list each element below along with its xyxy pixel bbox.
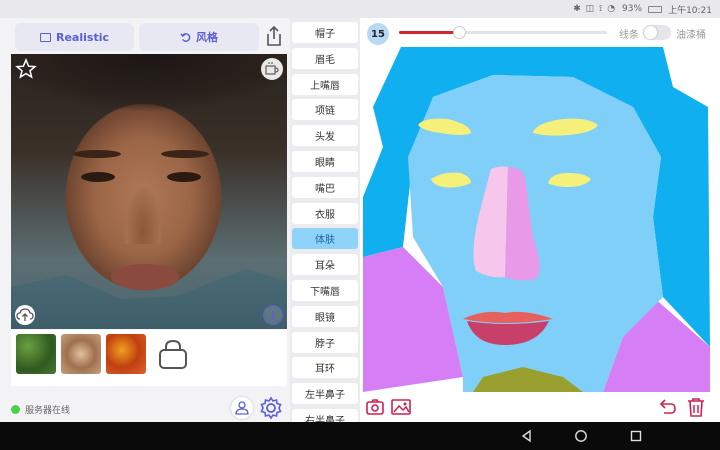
back-icon[interactable]	[520, 429, 534, 443]
undo-icon[interactable]	[656, 396, 678, 418]
category-item[interactable]: 眼睛	[292, 151, 358, 172]
texture-picker	[11, 330, 287, 386]
category-item[interactable]: 脖子	[292, 331, 358, 353]
texture-pattern[interactable]	[61, 334, 101, 374]
user-icon[interactable]	[231, 397, 253, 419]
star-icon[interactable]	[15, 58, 37, 80]
photo-nose	[123, 184, 163, 244]
category-item[interactable]: 体肤	[292, 228, 358, 250]
category-item[interactable]: 头发	[292, 125, 358, 147]
lines-mode-label: 线条	[619, 30, 639, 41]
cup-icon[interactable]	[261, 58, 283, 80]
image-icon	[40, 32, 51, 42]
brush-size-thumb[interactable]	[453, 26, 467, 39]
system-nav-bar	[0, 422, 720, 450]
bucket-mode-label: 油漆桶	[676, 30, 706, 41]
photo-left-brow	[73, 150, 121, 158]
category-item[interactable]: 衣服	[292, 202, 358, 224]
category-item[interactable]: 右半鼻子	[292, 409, 358, 422]
realistic-mode-label: Realistic	[56, 30, 109, 44]
server-status-label: 服务器在线	[25, 405, 71, 416]
style-mode-label: 风格	[196, 31, 218, 44]
battery-level: 93%	[622, 4, 643, 14]
realistic-mode-button[interactable]: Realistic	[15, 23, 134, 51]
undo-style-icon	[180, 32, 191, 42]
face-photo: i	[11, 54, 287, 329]
bucket-toggle-knob	[644, 26, 657, 39]
clock: 上午10:21	[668, 5, 712, 16]
info-icon[interactable]: i	[263, 305, 283, 325]
left-panel: Realistic 风格 i 服务器在线	[0, 18, 290, 422]
brush-size-fill	[399, 31, 460, 34]
category-item[interactable]: 左半鼻子	[292, 383, 358, 405]
share-icon[interactable]	[263, 25, 285, 47]
brush-size-slider[interactable]	[399, 26, 607, 39]
image-icon[interactable]	[390, 396, 412, 418]
photo-left-eye	[81, 172, 115, 182]
status-indicators: ✱ ◫ ⟟ ◔	[573, 4, 617, 14]
photo-right-eye	[167, 172, 201, 182]
online-dot	[11, 404, 20, 414]
category-item[interactable]: 嘴巴	[292, 176, 358, 198]
bucket-toggle[interactable]	[643, 25, 671, 40]
category-item[interactable]: 耳环	[292, 357, 358, 379]
category-item[interactable]: 耳朵	[292, 254, 358, 276]
segmentation-canvas[interactable]	[363, 47, 710, 392]
category-item[interactable]: 眼镜	[292, 305, 358, 327]
style-mode-button[interactable]: 风格	[139, 23, 259, 51]
segment-category-list: 帽子眉毛上嘴唇项链头发眼睛嘴巴衣服体肤耳朵下嘴唇眼镜脖子耳环左半鼻子右半鼻子	[290, 18, 360, 422]
photo-right-brow	[161, 150, 209, 158]
canvas-toolbar	[360, 394, 720, 420]
trash-icon[interactable]	[685, 396, 707, 418]
cloud-upload-icon[interactable]	[15, 305, 35, 325]
home-icon[interactable]	[574, 429, 588, 443]
right-panel: 15 线条 油漆桶	[360, 18, 720, 422]
photo-hair	[11, 54, 287, 144]
server-status: 服务器在线	[11, 402, 70, 416]
category-item[interactable]: 项链	[292, 99, 358, 121]
camera-icon[interactable]	[364, 396, 386, 418]
texture-flowers[interactable]	[106, 334, 146, 374]
info-glyph: i	[271, 308, 275, 322]
recents-icon[interactable]	[629, 429, 643, 443]
brush-size-badge: 15	[367, 23, 389, 45]
texture-leaves[interactable]	[16, 334, 56, 374]
status-bar: ✱ ◫ ⟟ ◔ 93% 上午10:21	[0, 0, 720, 18]
gear-icon[interactable]	[258, 395, 284, 421]
category-item[interactable]: 眉毛	[292, 47, 358, 69]
category-item[interactable]: 上嘴唇	[292, 73, 358, 95]
battery-icon	[648, 5, 663, 13]
photo-lips	[111, 264, 179, 290]
category-item[interactable]: 下嘴唇	[292, 280, 358, 301]
bag-icon[interactable]	[153, 334, 193, 374]
category-item[interactable]: 帽子	[292, 22, 358, 43]
